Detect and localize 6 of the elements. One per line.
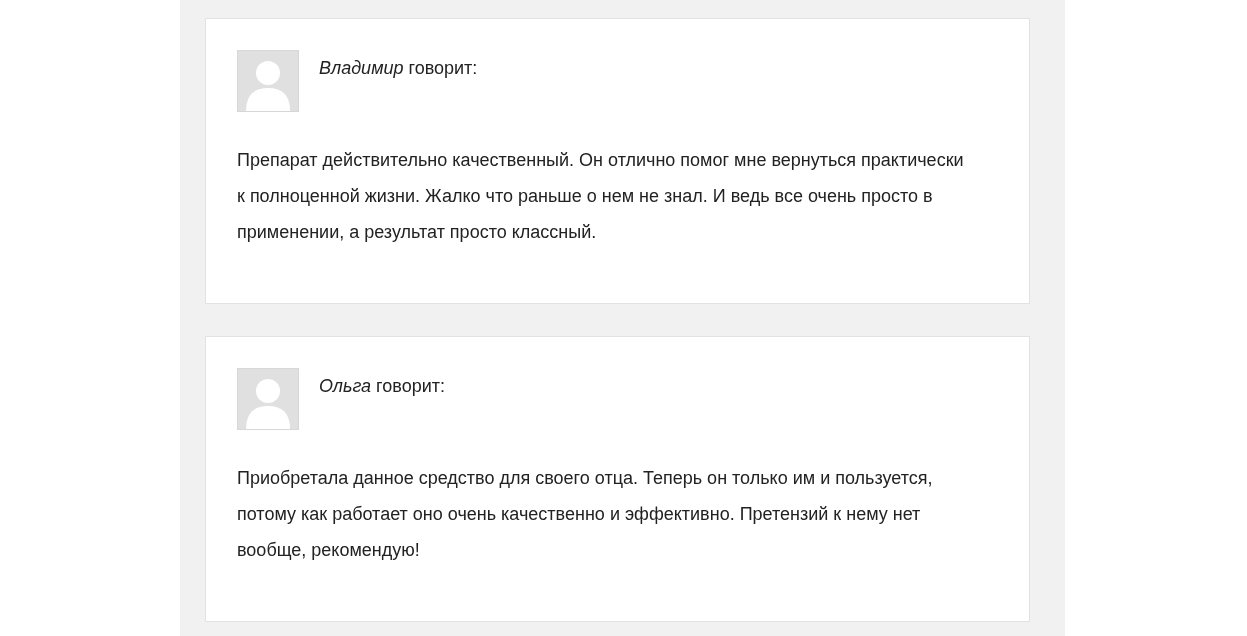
comment-author: Владимир говорит: xyxy=(319,57,478,79)
comment-text: Приобретала данное средство для своего отца. Теперь он только им и пользуется, потому как работает оно очень качественно и эффективно. Претензий к нему нет вообще, рекомендую! xyxy=(237,467,934,562)
comment-text: Препарат действительно качественный. Он отлично помог мне вернуться практически к полноценной жизни. Жалко что раньше о нем не знал. И ведь все очень просто в применении, а результат просто классный. xyxy=(237,149,965,244)
avatar-icon xyxy=(237,50,299,112)
avatar-icon xyxy=(237,368,299,430)
comment-author: Ольга говорит: xyxy=(319,375,445,397)
